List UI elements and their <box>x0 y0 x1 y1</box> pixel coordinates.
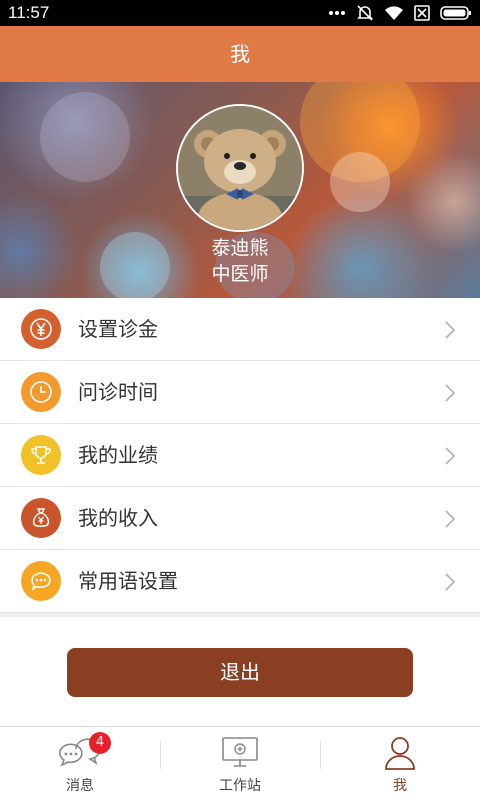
bottom-tab-bar: 4 消息 工作站 我 <box>0 726 480 800</box>
trophy-icon <box>21 435 61 475</box>
menu-item-common-phrases[interactable]: 常用语设置 <box>0 550 480 613</box>
money-bag-icon <box>21 498 61 538</box>
menu-item-consult-time[interactable]: 问诊时间 <box>0 361 480 424</box>
profile-banner: 泰迪熊 中医师 <box>0 82 480 298</box>
settings-menu: 设置诊金 问诊时间 我的业绩 我的收入 常用语设置 <box>0 298 480 613</box>
chevron-right-icon <box>444 509 456 533</box>
unread-badge: 4 <box>89 732 111 754</box>
tab-label: 工作站 <box>219 778 261 794</box>
menu-item-label: 我的收入 <box>78 506 158 530</box>
chevron-right-icon <box>444 320 456 344</box>
profile-name: 泰迪熊 <box>211 237 269 259</box>
speech-bubble-icon <box>21 561 61 601</box>
yen-icon <box>21 309 61 349</box>
dots-icon <box>328 10 346 16</box>
menu-item-label: 设置诊金 <box>78 317 158 341</box>
menu-item-income[interactable]: 我的收入 <box>0 487 480 550</box>
status-time: 11:57 <box>8 3 50 22</box>
battery-icon <box>440 5 472 21</box>
menu-item-label: 我的业绩 <box>78 443 158 467</box>
tab-label: 消息 <box>66 778 94 794</box>
logout-button[interactable]: 退出 <box>67 648 413 697</box>
profile-title: 中医师 <box>211 263 269 285</box>
alarm-off-icon <box>356 4 374 22</box>
section-divider <box>0 613 480 617</box>
clock-icon <box>21 372 61 412</box>
wifi-icon <box>384 5 404 21</box>
status-bar: 11:57 <box>0 0 480 26</box>
person-icon <box>383 735 417 775</box>
menu-item-performance[interactable]: 我的业绩 <box>0 424 480 487</box>
page-title: 我 <box>230 42 250 66</box>
tab-me[interactable]: 我 <box>320 727 480 800</box>
menu-item-label: 常用语设置 <box>78 569 178 593</box>
tab-messages[interactable]: 4 消息 <box>0 727 160 800</box>
monitor-icon <box>221 735 259 773</box>
menu-item-consult-fee[interactable]: 设置诊金 <box>0 298 480 361</box>
chevron-right-icon <box>444 572 456 596</box>
tab-label: 我 <box>393 778 407 794</box>
sim-icon <box>414 5 430 21</box>
menu-item-label: 问诊时间 <box>78 380 158 404</box>
chevron-right-icon <box>444 383 456 407</box>
bokeh-light <box>330 152 390 212</box>
avatar[interactable] <box>176 104 304 232</box>
bokeh-light <box>40 92 130 182</box>
chevron-right-icon <box>444 446 456 470</box>
tab-workstation[interactable]: 工作站 <box>160 727 320 800</box>
status-icons <box>328 4 472 22</box>
title-bar: 我 <box>0 26 480 82</box>
